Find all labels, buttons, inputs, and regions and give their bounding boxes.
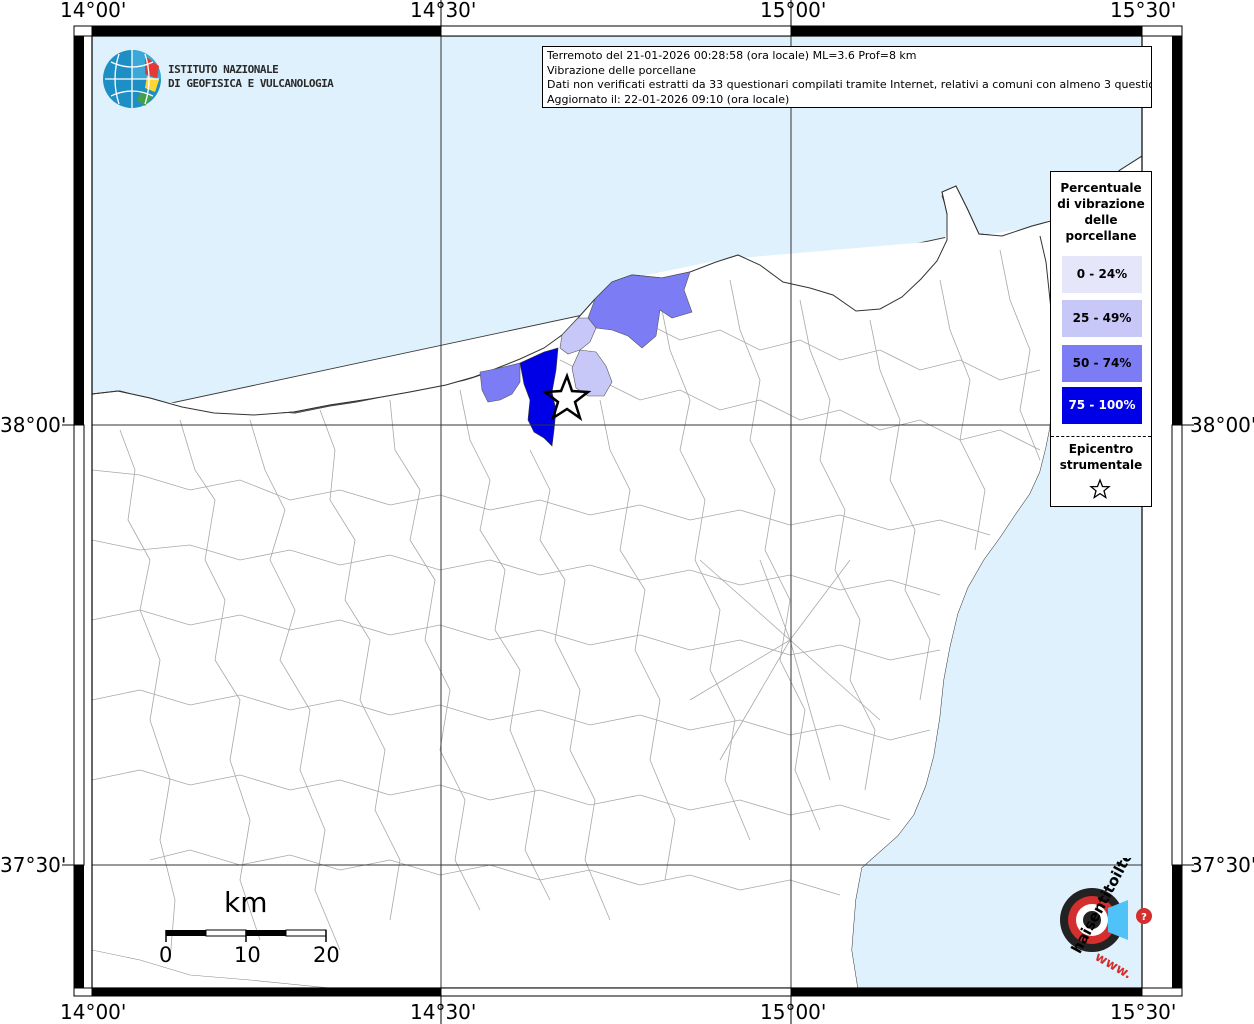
scale-tick-label: 20 <box>313 943 340 967</box>
legend-epicenter-line: Epicentro <box>1068 442 1134 456</box>
ingv-logo-text: ISTITUTO NAZIONALE DI GEOFISICA E VULCAN… <box>168 63 334 91</box>
legend-class-0-24: 0 - 24% <box>1062 256 1142 293</box>
legend-title-line: Percentuale <box>1060 181 1142 195</box>
event-info-line: Vibrazione delle porcellane <box>547 63 696 77</box>
scale-tick-label: 0 <box>159 943 173 967</box>
top-lon-label: 15°30' <box>1110 0 1177 22</box>
legend-title-line: delle <box>1084 213 1118 227</box>
svg-text:?: ? <box>1141 912 1147 923</box>
event-info-line: Aggiornato il: 22-01-2026 09:10 (ora loc… <box>547 92 790 106</box>
event-info-box: Terremoto del 21-01-2026 00:28:58 (ora l… <box>542 46 1152 108</box>
left-lat-label: 37°30' <box>0 853 67 877</box>
legend-title-line: porcellane <box>1065 229 1137 243</box>
legend-epicenter-line: strumentale <box>1059 458 1143 472</box>
ingv-logo-line2: DI GEOFISICA E VULCANOLOGIA <box>168 77 334 90</box>
legend-title: Percentuale di vibrazione delle porcella… <box>1051 180 1151 244</box>
top-lon-label: 15°00' <box>760 0 827 22</box>
star-outline-icon <box>1089 478 1111 500</box>
event-info-line: Dati non verificati estratti da 33 quest… <box>547 78 1152 92</box>
bottom-lon-label: 14°30' <box>410 1000 477 1024</box>
legend: Percentuale di vibrazione delle porcella… <box>1050 171 1152 507</box>
bottom-lon-label: 15°30' <box>1110 1000 1177 1024</box>
left-lat-label: 38°00' <box>0 413 67 437</box>
top-lon-label: 14°00' <box>60 0 127 22</box>
legend-class-25-49: 25 - 49% <box>1062 300 1142 337</box>
bottom-lon-label: 14°00' <box>60 1000 127 1024</box>
legend-separator <box>1051 436 1151 437</box>
hst-logo-www: www. <box>1092 950 1134 978</box>
scale-tick-label: 10 <box>234 943 261 967</box>
legend-class-50-74: 50 - 74% <box>1062 345 1142 382</box>
right-lat-label: 38°00' <box>1190 413 1254 437</box>
legend-class-75-100: 75 - 100% <box>1062 387 1142 424</box>
event-info-line: Terremoto del 21-01-2026 00:28:58 (ora l… <box>547 49 917 62</box>
legend-epicenter-label: Epicentro strumentale <box>1051 441 1151 473</box>
scale-unit-label: km <box>224 886 268 919</box>
haisentitoilterremoto-logo: ? haisentitoilterremoto.it www. <box>1060 858 1160 978</box>
legend-title-line: di vibrazione <box>1057 197 1145 211</box>
ingv-logo-line1: ISTITUTO NAZIONALE <box>168 63 279 76</box>
right-lat-label: 37°30' <box>1190 853 1254 877</box>
top-lon-label: 14°30' <box>410 0 477 22</box>
ingv-globe-logo <box>103 50 161 108</box>
bottom-lon-label: 15°00' <box>760 1000 827 1024</box>
